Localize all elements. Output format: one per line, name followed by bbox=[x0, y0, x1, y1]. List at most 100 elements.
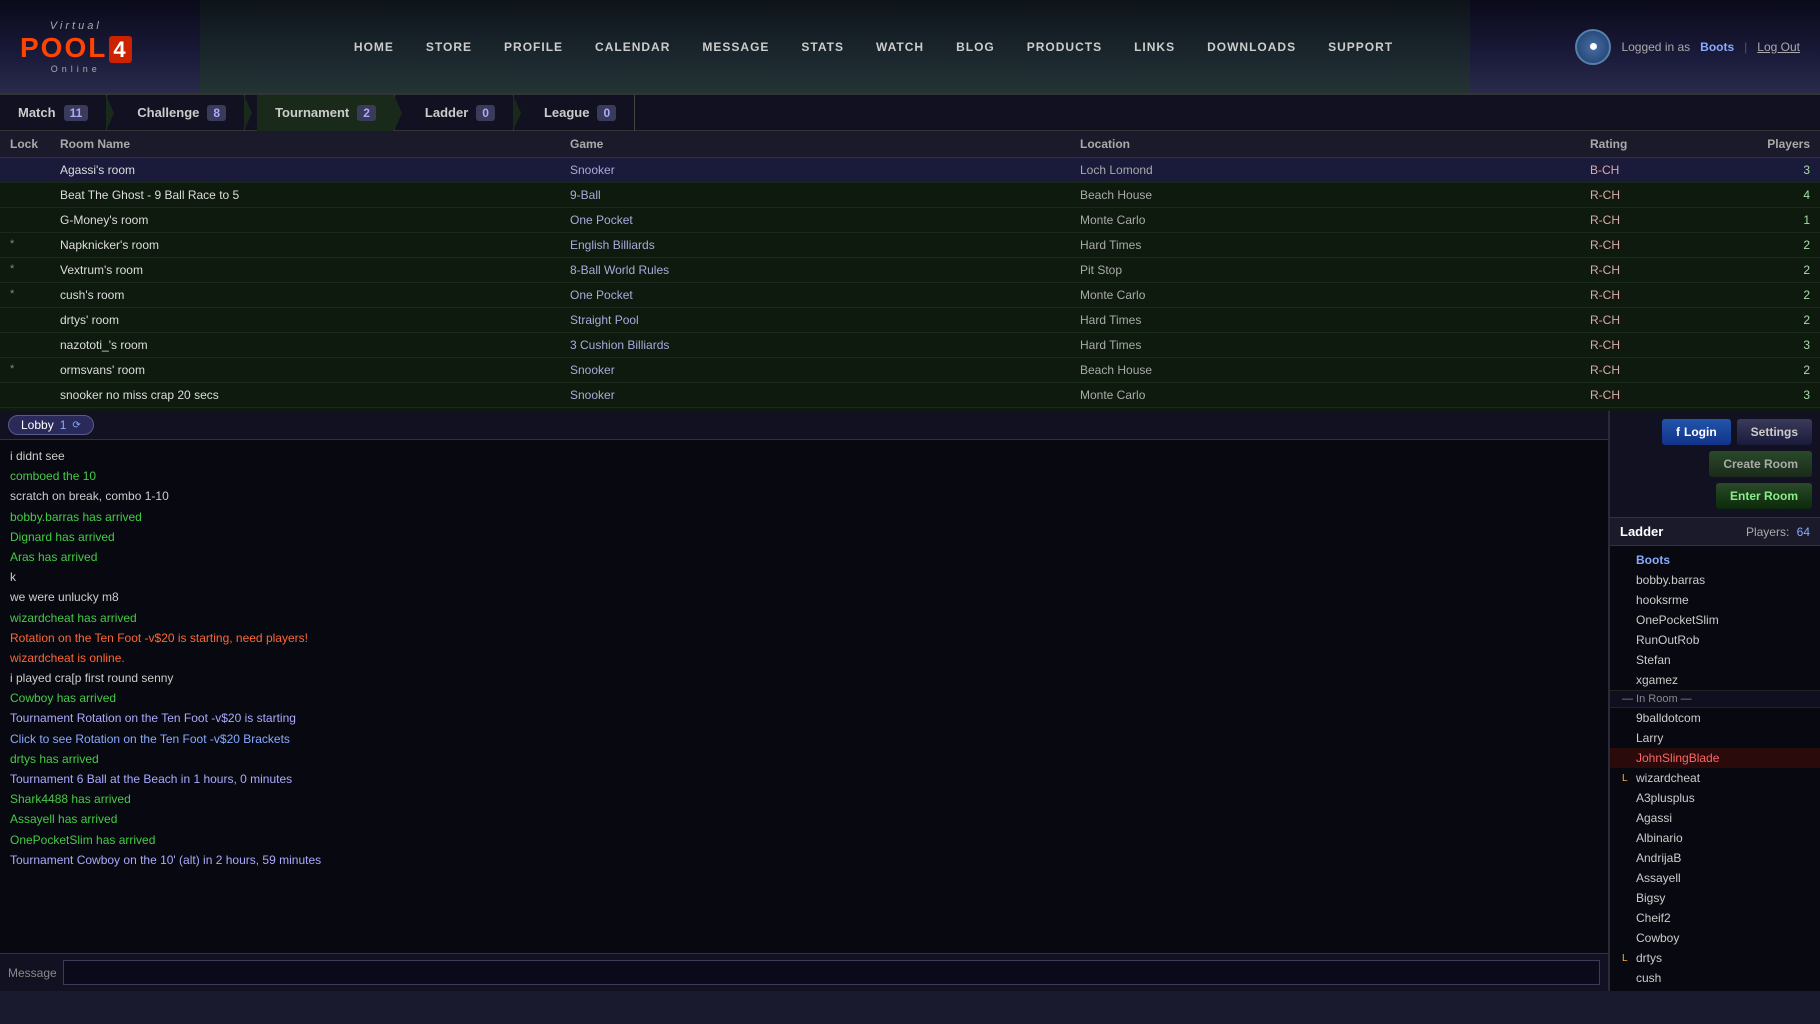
table-row[interactable]: * cush's room One Pocket Monte Carlo R-C… bbox=[0, 283, 1820, 308]
enter-room-button[interactable]: Enter Room bbox=[1716, 483, 1812, 509]
ladder-player-name: hooksrme bbox=[1636, 593, 1689, 607]
list-item[interactable]: 9balldotcom bbox=[1610, 708, 1820, 728]
tab-tournament-arrow bbox=[394, 95, 402, 131]
user-area: ● Logged in as Boots | Log Out bbox=[1575, 29, 1800, 65]
ladder-player-name: Bigsy bbox=[1636, 891, 1665, 905]
room-location-cell: Monte Carlo bbox=[1080, 213, 1590, 227]
ladder-player-name: A3plusplus bbox=[1636, 791, 1695, 805]
nav-home[interactable]: HOME bbox=[348, 36, 400, 58]
room-players-cell: 2 bbox=[1710, 263, 1810, 277]
table-row[interactable]: Beat The Ghost - 9 Ball Race to 5 9-Ball… bbox=[0, 183, 1820, 208]
tab-challenge[interactable]: Challenge 8 bbox=[119, 95, 245, 131]
refresh-icon[interactable]: ⟳ bbox=[72, 420, 80, 431]
logo: Virtual POOL4 Online bbox=[20, 20, 132, 74]
table-row[interactable]: * ormsvans' room Snooker Beach House R-C… bbox=[0, 358, 1820, 383]
chat-input[interactable] bbox=[63, 960, 1600, 985]
tab-challenge-count: 8 bbox=[207, 105, 226, 121]
msg-text: comboed the 10 bbox=[10, 469, 96, 483]
nav-blog[interactable]: BLOG bbox=[950, 36, 1001, 58]
msg-text: k bbox=[10, 570, 16, 584]
list-item[interactable]: Larry bbox=[1610, 728, 1820, 748]
table-row[interactable]: drtys' room Straight Pool Hard Times R-C… bbox=[0, 308, 1820, 333]
tab-tournament[interactable]: Tournament 2 bbox=[257, 95, 395, 131]
tab-challenge-label: Challenge bbox=[137, 105, 199, 120]
chat-message: Shark4488 has arrived bbox=[10, 790, 1598, 809]
nav-store[interactable]: STORE bbox=[420, 36, 478, 58]
room-location-cell: Hard Times bbox=[1080, 238, 1590, 252]
list-item[interactable]: AndrijaB bbox=[1610, 848, 1820, 868]
table-row[interactable]: nazototi_'s room 3 Cushion Billiards Har… bbox=[0, 333, 1820, 358]
list-item[interactable]: Agassi bbox=[1610, 808, 1820, 828]
room-lock: * bbox=[10, 363, 60, 377]
list-item[interactable]: OnePocketSlim bbox=[1610, 610, 1820, 630]
msg-text: OnePocketSlim has arrived bbox=[10, 833, 155, 847]
msg-text: Tournament 6 Ball at the Beach in 1 hour… bbox=[10, 772, 292, 786]
room-location-cell: Loch Lomond bbox=[1080, 163, 1590, 177]
ladder-player-name: Cheif2 bbox=[1636, 911, 1671, 925]
table-row[interactable]: * Vextrum's room 8-Ball World Rules Pit … bbox=[0, 258, 1820, 283]
list-item[interactable]: bobby.barras bbox=[1610, 570, 1820, 590]
settings-button[interactable]: Settings bbox=[1737, 419, 1812, 445]
nav-products[interactable]: PRODUCTS bbox=[1021, 36, 1108, 58]
ladder-player-name: OnePocketSlim bbox=[1636, 613, 1719, 627]
nav-stats[interactable]: STATS bbox=[795, 36, 850, 58]
table-row[interactable]: * Napknicker's room English Billiards Ha… bbox=[0, 233, 1820, 258]
table-row[interactable]: Agassi's room Snooker Loch Lomond B-CH 3 bbox=[0, 158, 1820, 183]
ladder-player-name: RunOutRob bbox=[1636, 633, 1699, 647]
nav-support[interactable]: SUPPORT bbox=[1322, 36, 1399, 58]
list-item[interactable]: A3plusplus bbox=[1610, 788, 1820, 808]
list-item[interactable]: RunOutRob bbox=[1610, 630, 1820, 650]
ladder-section-header: — In Room — bbox=[1610, 690, 1820, 708]
list-item[interactable]: Assayell bbox=[1610, 868, 1820, 888]
list-item[interactable]: davidMC1982 bbox=[1610, 988, 1820, 991]
nav-profile[interactable]: PROFILE bbox=[498, 36, 569, 58]
room-players-cell: 4 bbox=[1710, 188, 1810, 202]
logout-button[interactable]: Log Out bbox=[1757, 40, 1800, 54]
room-players-cell: 2 bbox=[1710, 288, 1810, 302]
tab-league-label: League bbox=[544, 105, 590, 120]
list-item[interactable]: xgamez bbox=[1610, 670, 1820, 690]
login-button[interactable]: f Login bbox=[1662, 419, 1731, 445]
tabs-area: Match 11 Challenge 8 Tournament 2 Ladder… bbox=[0, 95, 1820, 131]
table-row[interactable]: G-Money's room One Pocket Monte Carlo R-… bbox=[0, 208, 1820, 233]
list-item[interactable]: cush bbox=[1610, 968, 1820, 988]
table-row[interactable]: snooker no miss crap 20 secs Snooker Mon… bbox=[0, 383, 1820, 408]
nav-watch[interactable]: WATCH bbox=[870, 36, 930, 58]
room-players-cell: 1 bbox=[1710, 213, 1810, 227]
list-item[interactable]: Ldrtys bbox=[1610, 948, 1820, 968]
room-location-cell: Monte Carlo bbox=[1080, 388, 1590, 402]
ladder-header: Ladder Players: 64 bbox=[1610, 518, 1820, 546]
list-item[interactable]: Cheif2 bbox=[1610, 908, 1820, 928]
chat-message: wizardcheat has arrived bbox=[10, 609, 1598, 628]
chat-message: comboed the 10 bbox=[10, 467, 1598, 486]
ladder-player-name: bobby.barras bbox=[1636, 573, 1705, 587]
list-item[interactable]: Boots bbox=[1610, 550, 1820, 570]
room-lock: * bbox=[10, 263, 60, 277]
tab-match[interactable]: Match 11 bbox=[0, 95, 107, 131]
list-item[interactable]: Bigsy bbox=[1610, 888, 1820, 908]
list-item[interactable]: JohnSlingBlade bbox=[1610, 748, 1820, 768]
create-room-button[interactable]: Create Room bbox=[1709, 451, 1812, 477]
room-rows-container: Agassi's room Snooker Loch Lomond B-CH 3… bbox=[0, 158, 1820, 411]
chat-message: Tournament Rotation on the Ten Foot -v$2… bbox=[10, 709, 1598, 728]
tab-league[interactable]: League 0 bbox=[526, 95, 635, 131]
nav-calendar[interactable]: CALENDAR bbox=[589, 36, 676, 58]
list-item[interactable]: Stefan bbox=[1610, 650, 1820, 670]
ladder-panel: Ladder Players: 64 Boots bobby.barras hook… bbox=[1610, 518, 1820, 991]
nav-downloads[interactable]: DOWNLOADS bbox=[1201, 36, 1302, 58]
chat-message: i played cra[p first round senny bbox=[10, 669, 1598, 688]
chat-tab-lobby[interactable]: Lobby 1 ⟳ bbox=[8, 415, 94, 435]
list-item[interactable]: Lwizardcheat bbox=[1610, 768, 1820, 788]
room-game-cell: Snooker bbox=[570, 363, 1080, 377]
chat-message: scratch on break, combo 1-10 bbox=[10, 487, 1598, 506]
ladder-player-name: JohnSlingBlade bbox=[1636, 751, 1719, 765]
tab-ladder-arrow bbox=[513, 95, 521, 131]
list-item[interactable]: Cowboy bbox=[1610, 928, 1820, 948]
msg-text: bobby.barras has arrived bbox=[10, 510, 142, 524]
list-item[interactable]: hooksrme bbox=[1610, 590, 1820, 610]
list-item[interactable]: Albinario bbox=[1610, 828, 1820, 848]
tab-ladder[interactable]: Ladder 0 bbox=[407, 95, 514, 131]
nav-message[interactable]: MESSAGE bbox=[696, 36, 775, 58]
nav-links[interactable]: LINKS bbox=[1128, 36, 1181, 58]
room-rating-cell: R-CH bbox=[1590, 313, 1710, 327]
